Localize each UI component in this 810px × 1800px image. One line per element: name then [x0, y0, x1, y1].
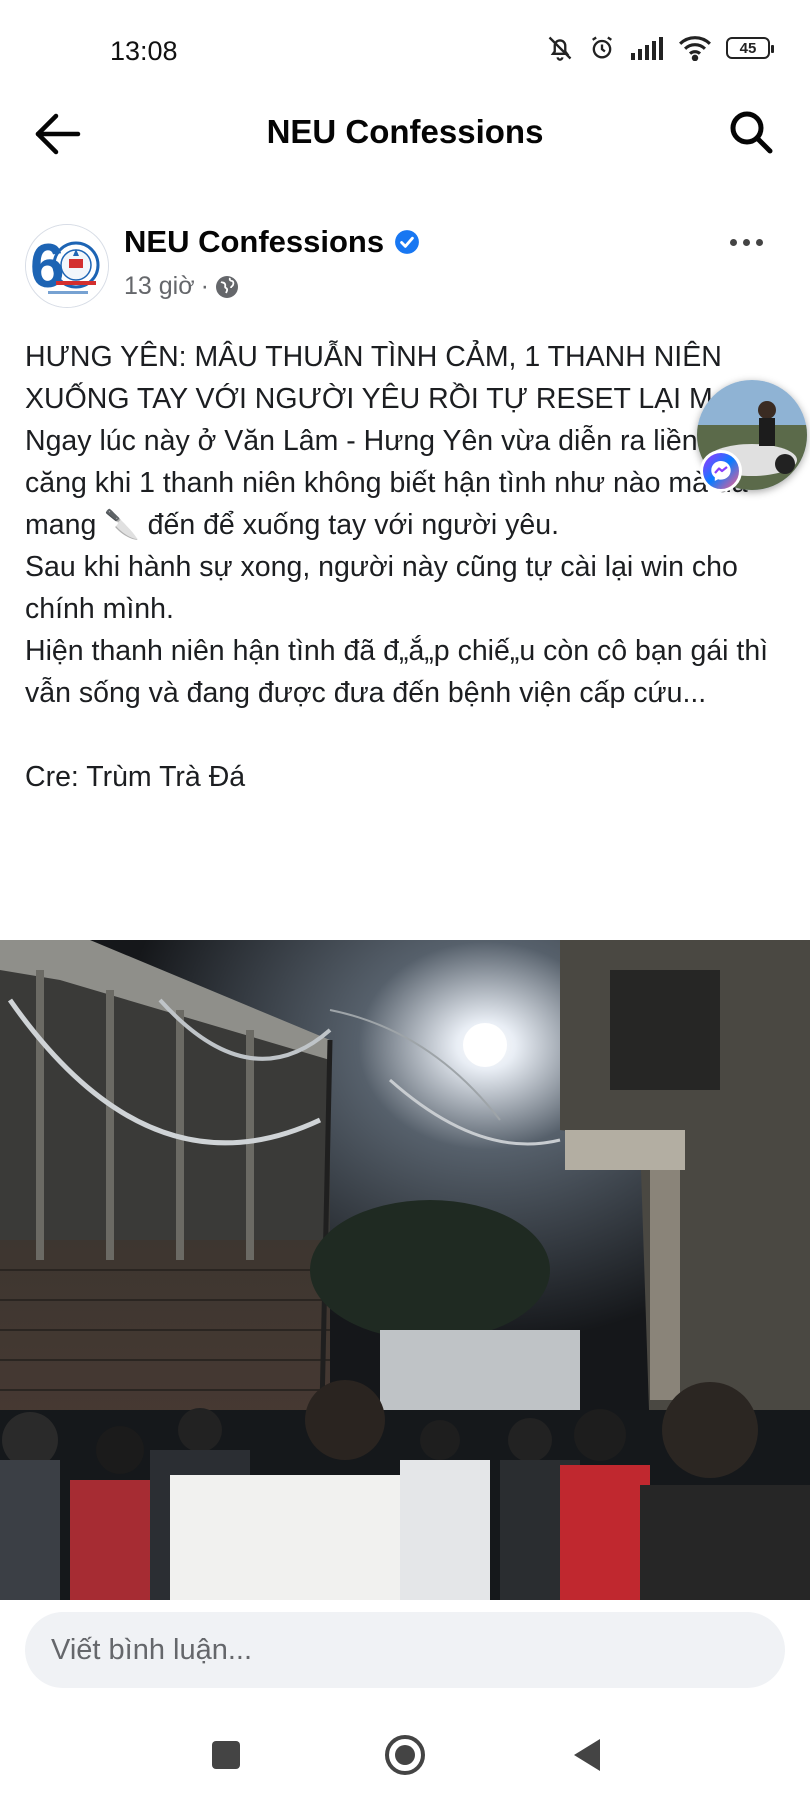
alarm-icon	[592, 36, 612, 59]
page-name-row: NEU Confessions	[124, 224, 420, 260]
night-street-scene-image	[0, 940, 810, 1600]
page-name[interactable]: NEU Confessions	[124, 224, 384, 260]
square-icon	[212, 1741, 240, 1769]
post-paragraph: Ngay lúc này ở Văn Lâm - Hưng Yên vừa di…	[25, 425, 754, 541]
post-paragraph: Sau khi hành sự xong, người này cũng tự …	[25, 551, 738, 625]
post-photo[interactable]	[0, 940, 810, 1600]
globe-icon	[215, 275, 238, 298]
post-paragraph: Hiện thanh niên hận tình đã đ„ắ„p chiế„u…	[25, 635, 769, 709]
recent-apps-button[interactable]	[204, 1733, 248, 1777]
more-dot-icon	[756, 238, 763, 246]
page-avatar[interactable]: 6	[25, 224, 109, 308]
app-header: NEU Confessions	[0, 95, 810, 170]
triangle-back-icon	[574, 1739, 600, 1771]
more-options-button[interactable]	[730, 232, 770, 252]
svg-text:6: 6	[30, 232, 64, 301]
bell-off-icon	[548, 36, 572, 61]
signal-icon	[631, 37, 663, 60]
messenger-icon	[711, 461, 731, 481]
comment-input[interactable]	[25, 1612, 785, 1688]
wifi-icon	[679, 36, 711, 61]
more-dot-icon	[743, 238, 750, 246]
post-time[interactable]: 13 giờ	[124, 272, 195, 301]
post-paragraph: Cre: Trùm Trà Đá	[25, 761, 246, 793]
home-circle-icon	[385, 1735, 425, 1775]
neu-logo-icon: 6	[26, 225, 108, 307]
header-title: NEU Confessions	[266, 113, 544, 150]
battery-icon: 45	[726, 37, 774, 59]
post-text: HƯNG YÊN: MÂU THUẪN TÌNH CẢM, 1 THANH NI…	[25, 336, 795, 798]
status-icons: 45	[546, 34, 774, 62]
meta-separator: ·	[200, 272, 209, 300]
post-header: 6 NEU Confessions 13 giờ ·	[0, 220, 810, 310]
back-nav-button[interactable]	[566, 1733, 610, 1777]
post-paragraph: HƯNG YÊN: MÂU THUẪN TÌNH CẢM, 1 THANH NI…	[25, 341, 785, 415]
status-time: 13:08	[110, 36, 178, 66]
search-icon	[730, 111, 773, 154]
search-button[interactable]	[726, 107, 776, 157]
messenger-badge	[700, 450, 742, 492]
system-nav-bar	[0, 1705, 810, 1800]
home-button[interactable]	[383, 1733, 427, 1777]
post-meta: 13 giờ ·	[124, 272, 239, 301]
status-bar: 13:08 45	[0, 0, 810, 100]
verified-badge-icon	[395, 230, 420, 254]
comment-area	[0, 1600, 810, 1705]
post-paragraph-blank	[25, 714, 795, 756]
more-dot-icon	[730, 238, 737, 246]
